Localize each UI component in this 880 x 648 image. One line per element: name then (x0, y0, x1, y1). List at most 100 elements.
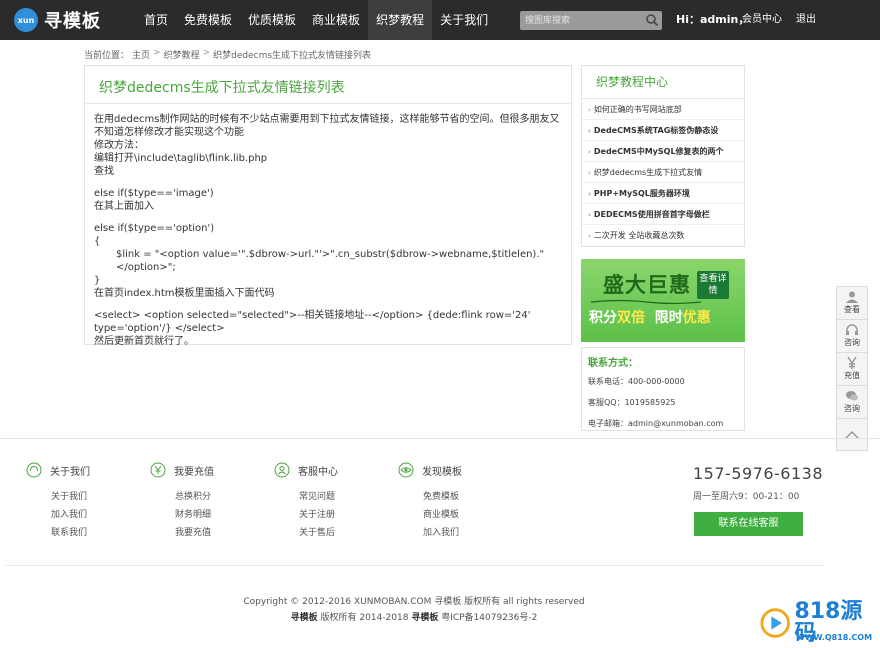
list-item[interactable]: › DEDECMS使用拼音首字母做栏 (582, 204, 744, 225)
footer-link[interactable]: 免费模板 (398, 491, 508, 503)
watermark: 818源码 WWW.Q818.COM (760, 601, 880, 645)
list-item[interactable]: › 如何正确的书写网站底部 (582, 99, 744, 120)
footer-col-recharge: 我要充值 总换积分 财务明细 我要充值 (150, 462, 260, 539)
arrow-right-icon: › (588, 211, 591, 219)
float-chat-button[interactable]: 咨询 (837, 386, 867, 419)
article-paragraph: 编辑打开\include\taglib\flink.lib.php (94, 153, 268, 164)
user-icon (274, 462, 290, 478)
list-item[interactable]: › 二次开发 全站收藏总次数 (582, 225, 744, 246)
article-code-line: else if($type=='option') (94, 223, 215, 234)
article-body: 在用dedecms制作网站的时候有不少站点需要用到下拉式友情链接，这样能够节省的… (85, 104, 571, 348)
nav-free-templates[interactable]: 免费模板 (176, 0, 240, 40)
footer-link[interactable]: 财务明细 (150, 509, 260, 521)
article-paragraph: 在首页index.htm模板里面插入下面代码 (94, 288, 275, 299)
contact-email: 电子邮箱：admin@xunmoban.com (588, 419, 724, 428)
footer-link[interactable]: 商业模板 (398, 509, 508, 521)
tutorial-list: › 如何正确的书写网站底部 › DedeCMS系统TAG标签伪静态设 › DedeCM… (582, 99, 744, 246)
float-consult-button[interactable]: 咨询 (837, 320, 867, 353)
promo-details-tag[interactable]: 查看详情 (697, 271, 729, 299)
article-paragraph: 然后更新首页就行了。 (94, 336, 194, 347)
top-navbar: xun 寻模板 首页 免费模板 优质模板 商业模板 织梦教程 关于我们 Hi：a… (0, 0, 880, 40)
online-service-button[interactable]: 联系在线客服 (694, 512, 803, 536)
article-panel: 织梦dedecms生成下拉式友情链接列表 在用dedecms制作网站的时候有不少… (84, 65, 572, 348)
list-item[interactable]: › DedeCMS中MySQL修复表的两个 (582, 141, 744, 162)
footer-link[interactable]: 关于我们 (26, 491, 136, 503)
article-header: 织梦dedecms生成下拉式友情链接列表 (85, 66, 571, 104)
list-item-label: DEDECMS使用拼音首字母做栏 (593, 210, 710, 219)
footer-link[interactable]: 关于售后 (274, 527, 384, 539)
copyright-icp-line: 寻模板 版权所有 2014-2018 寻模板 粤ICP备14079236号-2 (0, 610, 828, 623)
user-icon (846, 291, 858, 303)
float-recharge-button[interactable]: 充值 (837, 353, 867, 386)
footer-col-service: 客服中心 常见问题 关于注册 关于售后 (274, 462, 384, 539)
copyright-icp: 粤ICP备14079236号-2 (438, 613, 538, 623)
list-item[interactable]: › DedeCMS系统TAG标签伪静态设 (582, 120, 744, 141)
list-item-label: 二次开发 全站收藏总次数 (593, 231, 685, 240)
site-logo[interactable]: xun 寻模板 (14, 7, 101, 33)
arrow-right-icon: › (588, 169, 591, 177)
breadcrumb-category[interactable]: 织梦教程 (164, 48, 200, 61)
footer-divider-bottom (6, 565, 824, 566)
footer-link[interactable]: 总换积分 (150, 491, 260, 503)
logo-text: 寻模板 (44, 11, 101, 32)
eye-icon (398, 462, 414, 478)
copyright-brand: 寻模板 (411, 613, 439, 623)
footer-link[interactable]: 加入我们 (26, 509, 136, 521)
yen-icon (847, 356, 857, 369)
article-code-line: <select> <option selected="selected">--相… (94, 310, 531, 334)
nav-about-us[interactable]: 关于我们 (432, 0, 496, 40)
footer-col-head: 发现模板 (398, 462, 508, 478)
arrow-right-icon: › (588, 232, 591, 240)
contact-phone: 联系电话：400-000-0000 (588, 377, 685, 386)
search-icon[interactable] (645, 13, 659, 27)
logout-link[interactable]: 退出 (796, 0, 816, 40)
play-logo-icon (760, 608, 790, 638)
list-item[interactable]: › PHP+MySQL服务器环境 (582, 183, 744, 204)
nav-dede-tutorials[interactable]: 织梦教程 (368, 0, 433, 40)
article-paragraph: 在用dedecms制作网站的时候有不少站点需要用到下拉式友情链接，这样能够节省的… (94, 114, 560, 138)
promo-sub-d: 优惠 (682, 310, 711, 326)
user-greeting: Hi：admin， (676, 13, 750, 26)
float-label: 咨询 (844, 338, 860, 347)
float-label: 查看 (844, 305, 860, 314)
nav-commercial-templates[interactable]: 商业模板 (304, 0, 368, 40)
contact-box: 联系方式： 联系电话：400-000-0000 客服QQ：1019585925 … (581, 347, 745, 431)
breadcrumb-home[interactable]: 主页 (132, 48, 150, 61)
search-input[interactable] (520, 11, 644, 30)
footer-link[interactable]: 我要充值 (150, 527, 260, 539)
article-code-line: else if($type=='image') (94, 188, 214, 199)
tutorial-center-box: 织梦教程中心 › 如何正确的书写网站底部 › DedeCMS系统TAG标签伪静态设 … (581, 65, 745, 247)
list-item[interactable]: › 织梦dedecms生成下拉式友情 (582, 162, 744, 183)
footer-col-head: 关于我们 (26, 462, 136, 478)
footer-col-title: 客服中心 (298, 466, 338, 478)
promo-subline: 积分双倍 限时优惠 (589, 307, 711, 327)
arrow-right-icon: › (588, 127, 591, 135)
promo-sub-b: 双倍 (617, 310, 645, 326)
back-to-top-button[interactable] (837, 419, 867, 450)
list-item-label: 如何正确的书写网站底部 (593, 105, 682, 114)
member-center-link[interactable]: 会员中心 (742, 0, 782, 40)
float-label: 咨询 (844, 404, 860, 413)
float-view-button[interactable]: 查看 (837, 287, 867, 320)
yen-icon (150, 462, 166, 478)
list-item-label: 织梦dedecms生成下拉式友情 (593, 168, 703, 177)
promo-sub-c: 限时 (654, 310, 683, 326)
footer-col-head: 我要充值 (150, 462, 260, 478)
footer-link[interactable]: 加入我们 (398, 527, 508, 539)
footer-link[interactable]: 联系我们 (26, 527, 136, 539)
copyright-brand: 寻模板 (290, 613, 318, 623)
footer-link[interactable]: 关于注册 (274, 509, 384, 521)
search-box (520, 11, 662, 30)
promo-banner[interactable]: 盛大巨惠 查看详情 积分双倍 限时优惠 (581, 259, 745, 342)
footer-col-about: 关于我们 关于我们 加入我们 联系我们 (26, 462, 136, 539)
copyright-line: Copyright © 2012-2016 XUNMOBAN.COM 寻模板 版… (243, 597, 585, 607)
breadcrumb-separator: > (202, 48, 211, 58)
footer-hours: 周一至周六9：00-21：00 (693, 492, 800, 502)
nav-home[interactable]: 首页 (136, 0, 176, 40)
footer-link[interactable]: 常见问题 (274, 491, 384, 503)
tutorial-center-title: 织梦教程中心 (582, 66, 744, 99)
contact-title: 联系方式： (588, 358, 638, 369)
nav-premium-templates[interactable]: 优质模板 (240, 0, 304, 40)
article-code-line: { (94, 236, 101, 247)
list-item-label: DedeCMS系统TAG标签伪静态设 (593, 126, 719, 135)
